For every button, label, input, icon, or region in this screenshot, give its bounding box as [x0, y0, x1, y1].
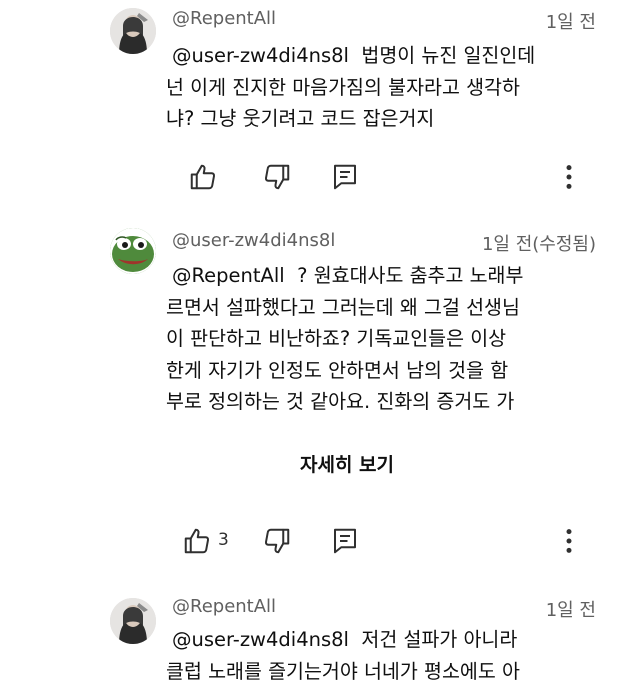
comment-line: @user-zw4di4ns8l 법명이 뉴진 일진인데 [172, 40, 612, 72]
comment-author[interactable]: @RepentAll [172, 596, 276, 617]
show-more-button[interactable]: 자세히 보기 [300, 450, 394, 477]
more-vert-icon [566, 165, 572, 189]
avatar[interactable] [110, 8, 156, 54]
like-button[interactable] [182, 526, 212, 556]
comment-line-text: 법명이 뉴진 일진인데 [361, 44, 536, 67]
comment-item: @RepentAll 1일 전 @user-zw4di4ns8l 법명이 뉴진 … [0, 0, 640, 200]
reply-button[interactable] [330, 162, 360, 192]
comment-time: 1일 전 [545, 600, 596, 621]
like-button[interactable] [188, 162, 218, 192]
reply-icon [334, 528, 356, 554]
comment-text: @RepentAll ? 원효대사도 춤추고 노래부 르면서 설파했다고 그러는… [166, 260, 612, 418]
comment-item: @RepentAll 1일 전 @user-zw4di4ns8l 저건 설파가 … [0, 592, 640, 687]
mention-link[interactable]: @RepentAll [172, 264, 285, 287]
more-vert-icon [566, 529, 572, 553]
comment-line: 부로 정의하는 것 같아요. 진화의 증거도 가 [166, 390, 515, 413]
comment-line-text: 저건 설파가 아니라 [361, 628, 518, 651]
comment-text: @user-zw4di4ns8l 저건 설파가 아니라 클럽 노래를 즐기는거야… [166, 624, 612, 687]
comment-line: 이 판단하고 비난하죠? 기독교인들은 이상 [166, 327, 507, 350]
comment-line: 냐? 그냥 웃기려고 코드 잡은거지 [166, 107, 435, 130]
mention-link[interactable]: @user-zw4di4ns8l [172, 628, 349, 651]
thumbs-up-icon [190, 164, 216, 190]
comment-line: @RepentAll ? 원효대사도 춤추고 노래부 [172, 260, 612, 292]
comment-actions: 3 [0, 526, 640, 560]
thumbs-down-icon [264, 528, 290, 554]
thumbs-down-icon [264, 164, 290, 190]
dislike-button[interactable] [262, 526, 292, 556]
comment-line: 클럽 노래를 즐기는거야 너네가 평소에도 아 [166, 659, 520, 683]
comment-actions [0, 162, 640, 196]
mention-link[interactable]: @user-zw4di4ns8l [172, 44, 349, 67]
comment-item: @user-zw4di4ns8l 1일 전(수정됨) @RepentAll ? … [0, 220, 640, 590]
more-options-button[interactable] [554, 526, 584, 556]
avatar[interactable] [110, 228, 156, 274]
reply-button[interactable] [330, 526, 360, 556]
comment-time: 1일 전(수정됨) [481, 234, 596, 255]
dislike-button[interactable] [262, 162, 292, 192]
comment-time: 1일 전 [545, 12, 596, 33]
comment-author[interactable]: @RepentAll [172, 8, 276, 29]
comment-line-text: ? 원효대사도 춤추고 노래부 [297, 264, 524, 287]
more-options-button[interactable] [554, 162, 584, 192]
comment-author[interactable]: @user-zw4di4ns8l [172, 230, 335, 251]
comment-line: 르면서 설파했다고 그러는데 왜 그걸 선생님 [166, 295, 520, 319]
thumbs-up-icon [184, 528, 210, 554]
comment-text: @user-zw4di4ns8l 법명이 뉴진 일진인데 넌 이게 진지한 마음… [166, 40, 612, 135]
comment-line: @user-zw4di4ns8l 저건 설파가 아니라 [172, 624, 612, 656]
reply-icon [334, 164, 356, 190]
comment-line: 넌 이게 진지한 마음가짐의 불자라고 생각하 [166, 75, 520, 99]
avatar[interactable] [110, 598, 156, 644]
like-count: 3 [218, 530, 229, 550]
comment-line: 한게 자기가 인정도 안하면서 남의 것을 함 [166, 358, 509, 382]
